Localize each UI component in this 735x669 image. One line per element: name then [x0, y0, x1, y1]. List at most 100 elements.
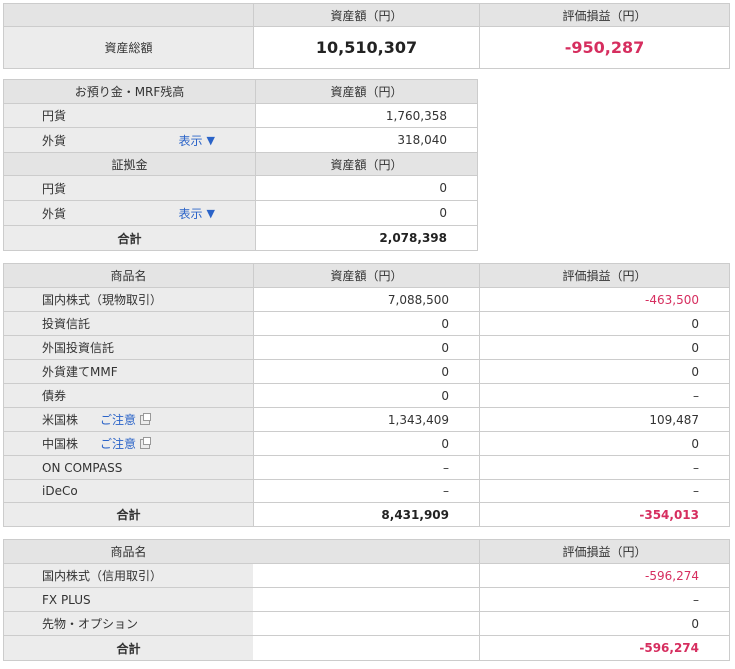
product-asset: 0	[253, 432, 479, 455]
margin-product-pl: –	[479, 588, 729, 611]
product-asset: 7,088,500	[253, 288, 479, 311]
margin-products-table: 商品名 評価損益（円） 国内株式（信用取引） -596,274 FX PLUS – 先物…	[3, 539, 730, 661]
caution-link[interactable]: ご注意	[100, 435, 152, 452]
summary-asset-value: 10,510,307	[253, 27, 479, 68]
deposit-fx-toggle-label: 表示	[178, 133, 203, 148]
product-name: 外貨建てMMF	[42, 365, 118, 379]
margin-header-label: 証拠金	[4, 153, 255, 175]
margin-product-blank	[253, 564, 479, 587]
table-row: 投資信託 0 0	[4, 312, 729, 336]
margin-products-total-pl: -596,274	[479, 636, 729, 660]
product-asset: –	[253, 480, 479, 502]
asset-summary-table: 資産額（円） 評価損益（円） 資産総額 10,510,307 -950,287	[3, 3, 730, 69]
margin-header-row: 証拠金 資産額（円）	[4, 153, 477, 176]
margin-products-total-row: 合計 -596,274	[4, 636, 729, 661]
table-row: ON COMPASS – –	[4, 456, 729, 480]
products-total-asset: 8,431,909	[253, 503, 479, 526]
external-window-icon	[140, 436, 152, 449]
summary-total-row: 資産総額 10,510,307 -950,287	[4, 27, 729, 69]
margin-yen-label: 円貨	[4, 176, 255, 200]
deposit-yen-value: 1,760,358	[255, 104, 477, 127]
products-total-pl: -354,013	[479, 503, 729, 526]
product-asset: 0	[253, 360, 479, 383]
table-row: 米国株 ご注意 1,343,409 109,487	[4, 408, 729, 432]
product-pl: –	[479, 456, 729, 479]
margin-product-blank	[253, 612, 479, 635]
products-header-row: 商品名 資産額（円） 評価損益（円）	[4, 264, 729, 288]
product-pl: 0	[479, 432, 729, 455]
margin-fx-toggle-label: 表示	[178, 206, 203, 221]
caution-link-label: ご注意	[100, 437, 137, 451]
product-asset: 1,343,409	[253, 408, 479, 431]
deposit-table: お預り金・MRF残高 資産額（円） 円貨 1,760,358 外貨 表示 ▼ 31…	[3, 79, 478, 251]
products-total-label: 合計	[4, 503, 253, 526]
product-pl: –	[479, 384, 729, 407]
product-name: ON COMPASS	[42, 460, 123, 475]
deposit-fx-row: 外貨 表示 ▼ 318,040	[4, 128, 477, 153]
product-asset: 0	[253, 336, 479, 359]
table-row: iDeCo – –	[4, 480, 729, 503]
summary-col-asset: 資産額（円）	[253, 4, 479, 26]
product-name: iDeCo	[42, 484, 78, 498]
table-row: 国内株式（現物取引） 7,088,500 -463,500	[4, 288, 729, 312]
table-row: FX PLUS –	[4, 588, 729, 612]
products-header-pl: 評価損益（円）	[479, 264, 729, 287]
margin-products-header-blank	[253, 540, 479, 563]
table-row: 外貨建てMMF 0 0	[4, 360, 729, 384]
summary-label: 資産総額	[4, 27, 253, 68]
products-table: 商品名 資産額（円） 評価損益（円） 国内株式（現物取引） 7,088,500 -4…	[3, 263, 730, 527]
products-header-asset: 資産額（円）	[253, 264, 479, 287]
product-name: 投資信託	[42, 317, 91, 331]
summary-pl-value: -950,287	[479, 27, 729, 68]
product-pl: 0	[479, 336, 729, 359]
margin-yen-row: 円貨 0	[4, 176, 477, 201]
product-asset: 0	[253, 312, 479, 335]
margin-product-pl: -596,274	[479, 564, 729, 587]
margin-products-header-pl: 評価損益（円）	[479, 540, 729, 563]
table-row: 外国投資信託 0 0	[4, 336, 729, 360]
margin-products-header-name: 商品名	[4, 540, 253, 563]
caution-link[interactable]: ご注意	[100, 411, 152, 428]
product-name: 債券	[42, 389, 67, 403]
triangle-down-icon: ▼	[206, 206, 215, 220]
deposit-fx-value: 318,040	[255, 128, 477, 152]
products-rows: 国内株式（現物取引） 7,088,500 -463,500 投資信託 0 0 外国投資信託 0…	[4, 288, 729, 503]
margin-fx-toggle[interactable]: 表示 ▼	[179, 205, 215, 222]
deposit-yen-label: 円貨	[4, 104, 255, 127]
product-pl: –	[479, 480, 729, 502]
table-row: 債券 0–	[4, 384, 729, 408]
products-total-row: 合計 8,431,909 -354,013	[4, 503, 729, 527]
product-name: 外国投資信託	[42, 341, 115, 355]
caution-link-label: ご注意	[100, 413, 137, 427]
deposit-header-row: お預り金・MRF残高 資産額（円）	[4, 80, 477, 104]
deposit-total-value: 2,078,398	[255, 226, 477, 250]
product-name: 米国株	[42, 413, 79, 427]
deposit-header-label: お預り金・MRF残高	[4, 80, 255, 103]
margin-fx-label: 外貨	[42, 206, 67, 221]
table-row: 中国株 ご注意 0 0	[4, 432, 729, 456]
product-asset: 0	[253, 384, 479, 407]
margin-yen-value: 0	[255, 176, 477, 200]
product-asset: –	[253, 456, 479, 479]
margin-product-name: 先物・オプション	[4, 612, 253, 635]
product-pl: 0	[479, 312, 729, 335]
deposit-yen-row: 円貨 1,760,358	[4, 104, 477, 128]
deposit-total-label: 合計	[4, 226, 255, 250]
margin-product-blank	[253, 588, 479, 611]
summary-header-row: 資産額（円） 評価損益（円）	[4, 4, 729, 27]
product-name: 国内株式（現物取引）	[42, 293, 163, 307]
deposit-fx-toggle[interactable]: 表示 ▼	[179, 132, 215, 149]
margin-products-total-blank	[253, 636, 479, 660]
margin-product-name: 国内株式（信用取引）	[4, 564, 253, 587]
product-name: 中国株	[42, 437, 79, 451]
margin-products-rows: 国内株式（信用取引） -596,274 FX PLUS – 先物・オプション 0	[4, 564, 729, 636]
margin-products-total-label: 合計	[4, 636, 253, 660]
product-pl: 0	[479, 360, 729, 383]
table-row: 先物・オプション 0	[4, 612, 729, 636]
deposit-fx-label: 外貨	[42, 133, 67, 148]
product-pl: 109,487	[479, 408, 729, 431]
deposit-total-row: 合計 2,078,398	[4, 226, 477, 251]
deposit-header-asset: 資産額（円）	[255, 80, 477, 103]
summary-header-blank	[4, 4, 253, 26]
margin-header-asset: 資産額（円）	[255, 153, 477, 175]
